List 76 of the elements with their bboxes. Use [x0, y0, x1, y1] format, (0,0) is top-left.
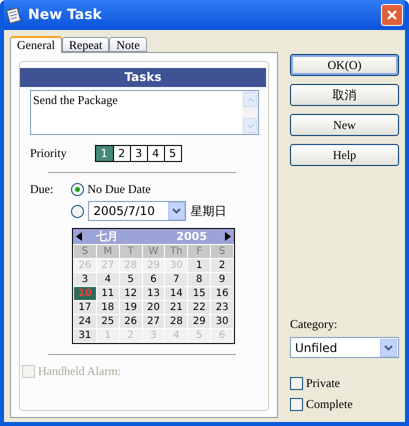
due-label: Due:: [30, 182, 54, 197]
chevron-down-icon: [384, 344, 393, 350]
calendar-day[interactable]: 11: [96, 287, 119, 300]
calendar-day[interactable]: 5: [120, 273, 142, 286]
radio-button[interactable]: [71, 204, 84, 218]
dropdown-button[interactable]: [168, 202, 186, 220]
alarm-label: Handheld Alarm:: [38, 364, 121, 379]
calendar-day[interactable]: 22: [188, 301, 210, 314]
dialog-button[interactable]: New: [290, 114, 399, 136]
calendar-day[interactable]: 7: [165, 273, 188, 286]
tab[interactable]: Repeat: [62, 37, 110, 52]
calendar-day[interactable]: 29: [188, 315, 210, 328]
calendar-day[interactable]: 8: [188, 273, 210, 286]
date-field[interactable]: 2005/7/10: [88, 201, 186, 221]
weekday-header: F: [188, 245, 210, 258]
previous-month-icon[interactable]: [76, 232, 82, 241]
calendar-day[interactable]: 2: [211, 259, 233, 272]
calendar-day[interactable]: 1: [188, 259, 210, 272]
chevron-down-icon: [172, 208, 182, 214]
chevron-up-icon: [246, 98, 254, 102]
weekday-header: Th: [165, 245, 188, 258]
calendar-day[interactable]: 31: [74, 329, 96, 342]
weekday-header: S: [74, 245, 96, 258]
calendar-day[interactable]: 25: [96, 315, 119, 328]
weekday-header: S: [211, 245, 233, 258]
calendar-day[interactable]: 28: [165, 315, 188, 328]
radio-button[interactable]: [71, 183, 84, 196]
weekday-header: M: [96, 245, 119, 258]
calendar-day[interactable]: 14: [165, 287, 188, 300]
dialog-button[interactable]: 取消: [290, 84, 399, 106]
dialog-button[interactable]: Help: [290, 144, 399, 166]
chevron-down-icon: [246, 124, 254, 128]
calendar-day[interactable]: 6: [142, 273, 164, 286]
close-icon: [386, 9, 398, 21]
dialog-button[interactable]: OK(O): [290, 54, 399, 76]
description-field[interactable]: Send the Package: [30, 90, 259, 135]
window-title: New Task: [28, 7, 103, 23]
calendar-day[interactable]: 15: [188, 287, 210, 300]
dropdown-button[interactable]: [380, 338, 397, 356]
calendar-day[interactable]: 12: [120, 287, 142, 300]
weekday-header: W: [142, 245, 164, 258]
radio-label: No Due Date: [87, 182, 151, 197]
calendar-day[interactable]: 9: [211, 273, 233, 286]
scrollbar[interactable]: [242, 91, 258, 134]
weekday-header: T: [120, 245, 142, 258]
notepad-icon: [6, 7, 22, 23]
calendar-day[interactable]: 18: [96, 301, 119, 314]
calendar-day[interactable]: 16: [211, 287, 233, 300]
calendar-day[interactable]: 24: [74, 315, 96, 328]
calendar-day[interactable]: 20: [142, 301, 164, 314]
calendar-day[interactable]: 3: [74, 273, 96, 286]
checkbox-label: Private: [306, 376, 340, 391]
calendar-day[interactable]: 27: [142, 315, 164, 328]
priority-option[interactable]: 1: [96, 146, 113, 161]
category-label: Category:: [290, 317, 338, 332]
weekday-label: 星期日: [190, 202, 226, 220]
calendar-day[interactable]: 23: [211, 301, 233, 314]
category-dropdown[interactable]: Unfiled: [290, 337, 399, 358]
calendar-day[interactable]: 21: [165, 301, 188, 314]
calendar-day[interactable]: 26: [120, 315, 142, 328]
close-button[interactable]: [381, 4, 403, 26]
priority-label: Priority: [30, 146, 67, 161]
tab[interactable]: Note: [109, 37, 147, 52]
section-header: Tasks: [20, 68, 266, 87]
calendar-day[interactable]: 30: [211, 315, 233, 328]
calendar-day[interactable]: 13: [142, 287, 164, 300]
calendar-day[interactable]: 4: [96, 273, 119, 286]
month-label: 七月: [96, 229, 119, 244]
year-label: 2005: [176, 230, 207, 243]
checkbox-label: Complete: [306, 397, 353, 412]
tab[interactable]: General: [10, 36, 62, 53]
next-month-icon[interactable]: [225, 232, 231, 241]
checkbox[interactable]: [290, 398, 303, 411]
calendar-day[interactable]: 17: [74, 301, 96, 314]
calendar-day[interactable]: 19: [120, 301, 142, 314]
checkbox[interactable]: [290, 377, 303, 390]
